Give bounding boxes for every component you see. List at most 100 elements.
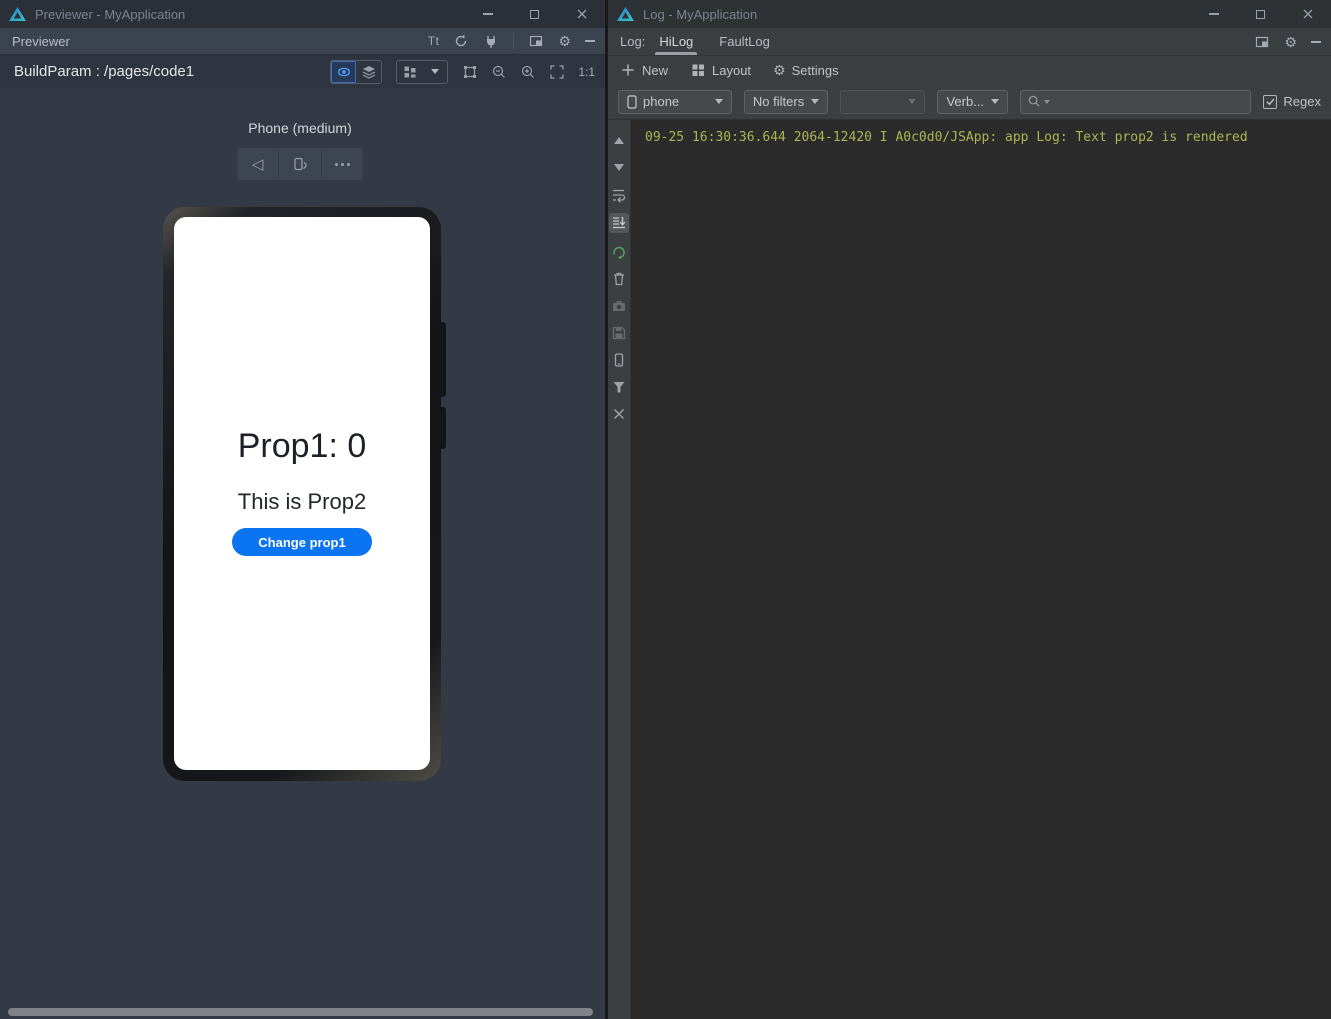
check-icon bbox=[1265, 96, 1276, 107]
log-main-area: 09-25 16:30:36.644 2064-12420 I A0c0d0/J… bbox=[608, 120, 1331, 1019]
more-options-button[interactable] bbox=[321, 148, 363, 180]
inspector-mode-group bbox=[330, 60, 382, 84]
inspect-probe-button[interactable] bbox=[483, 33, 499, 49]
scroll-up-button[interactable] bbox=[609, 132, 629, 149]
hide-panel-button[interactable] bbox=[1311, 41, 1321, 43]
change-prop1-button[interactable]: Change prop1 bbox=[232, 528, 372, 556]
window-title: Previewer - MyApplication bbox=[35, 7, 185, 22]
trash-icon bbox=[611, 271, 627, 287]
previous-page-button[interactable]: ◁ bbox=[237, 148, 278, 180]
ellipsis-icon bbox=[335, 163, 350, 166]
phone-screen: Prop1: 0 This is Prop2 Change prop1 bbox=[174, 217, 430, 770]
previewer-titlebar: Previewer - MyApplication bbox=[0, 0, 605, 28]
chevron-down-icon bbox=[991, 99, 999, 104]
rotate-device-button[interactable] bbox=[278, 148, 320, 180]
minimize-button[interactable] bbox=[464, 0, 511, 28]
chevron-down-icon bbox=[431, 69, 439, 74]
font-settings-button[interactable]: Tt bbox=[428, 34, 440, 48]
camera-icon bbox=[611, 298, 627, 314]
phone-power-button bbox=[440, 407, 446, 449]
new-session-button[interactable]: New bbox=[620, 62, 668, 78]
regex-checkbox[interactable] bbox=[1263, 95, 1277, 109]
settings-gear-icon[interactable]: ⚙ bbox=[558, 34, 571, 48]
log-toolbar: New Layout ⚙ Settings bbox=[608, 56, 1331, 84]
restart-session-button[interactable] bbox=[609, 243, 629, 260]
prop2-text: This is Prop2 bbox=[174, 489, 430, 515]
phone-volume-button bbox=[440, 322, 446, 397]
tab-previewer[interactable]: Previewer bbox=[12, 34, 70, 49]
restart-icon bbox=[611, 244, 627, 260]
fit-to-screen-button[interactable] bbox=[549, 64, 565, 80]
phone-icon bbox=[627, 95, 637, 109]
maximize-icon bbox=[530, 10, 539, 19]
eye-icon bbox=[336, 64, 352, 80]
frame-select-button[interactable] bbox=[462, 64, 478, 80]
inspector-button[interactable] bbox=[331, 61, 356, 83]
log-search-field[interactable] bbox=[1020, 90, 1252, 114]
hide-panel-button[interactable] bbox=[585, 40, 595, 42]
triangle-down-icon bbox=[614, 164, 624, 171]
settings-label: Settings bbox=[792, 63, 839, 78]
clear-log-button[interactable] bbox=[609, 270, 629, 287]
multi-preview-dropdown[interactable] bbox=[422, 61, 447, 83]
scroll-to-end-icon bbox=[611, 215, 627, 231]
scroll-down-button[interactable] bbox=[609, 159, 629, 176]
filter-config-button[interactable] bbox=[609, 378, 629, 395]
close-x-icon bbox=[611, 406, 627, 422]
device-profile-label: Phone (medium) bbox=[150, 120, 450, 136]
layout-button[interactable]: Layout bbox=[690, 62, 751, 78]
scroll-to-end-button[interactable] bbox=[609, 213, 629, 233]
previewer-tab-bar: Previewer Tt ⚙ bbox=[0, 28, 605, 55]
toolbar-divider bbox=[513, 33, 514, 49]
regex-label: Regex bbox=[1283, 94, 1321, 109]
regex-toggle[interactable]: Regex bbox=[1263, 94, 1321, 109]
minimize-icon bbox=[483, 13, 493, 15]
tool-window-layout-button[interactable] bbox=[528, 33, 544, 49]
preview-canvas: Phone (medium) ◁ Prop1: 0 This is Prop2 bbox=[0, 88, 605, 1019]
triangle-up-icon bbox=[614, 137, 624, 144]
close-button[interactable] bbox=[558, 0, 605, 28]
device-control-group: ◁ bbox=[237, 148, 363, 180]
build-param-label: BuildParam : /pages/code1 bbox=[14, 63, 194, 80]
filter-select[interactable]: No filters bbox=[744, 90, 828, 114]
plus-icon bbox=[620, 62, 636, 78]
maximize-button[interactable] bbox=[511, 0, 558, 28]
log-output[interactable]: 09-25 16:30:36.644 2064-12420 I A0c0d0/J… bbox=[631, 120, 1331, 1019]
tool-window-layout-button[interactable] bbox=[1254, 34, 1270, 50]
maximize-button[interactable] bbox=[1237, 0, 1284, 28]
close-button[interactable] bbox=[1284, 0, 1331, 28]
soft-wrap-icon bbox=[611, 187, 627, 203]
settings-gear-icon[interactable]: ⚙ bbox=[1284, 35, 1297, 49]
tab-hilog[interactable]: HiLog bbox=[659, 28, 693, 55]
zoom-out-button[interactable] bbox=[491, 64, 507, 80]
tab-faultlog[interactable]: FaultLog bbox=[719, 28, 770, 55]
search-history-icon bbox=[1044, 100, 1050, 104]
horizontal-scrollbar[interactable] bbox=[8, 1008, 593, 1016]
search-icon bbox=[1027, 94, 1042, 109]
layers-icon bbox=[361, 64, 377, 80]
save-icon bbox=[611, 325, 627, 341]
zoom-ratio-button[interactable]: 1:1 bbox=[578, 65, 595, 79]
zoom-in-button[interactable] bbox=[520, 64, 536, 80]
funnel-icon bbox=[611, 379, 627, 395]
multi-preview-group bbox=[396, 60, 448, 84]
phone-mockup: Prop1: 0 This is Prop2 Change prop1 bbox=[163, 207, 441, 781]
log-tab-bar: Log: HiLog FaultLog ⚙ bbox=[608, 28, 1331, 56]
layout-label: Layout bbox=[712, 63, 751, 78]
close-session-button[interactable] bbox=[609, 405, 629, 422]
close-icon bbox=[1300, 6, 1316, 22]
log-icon-strip bbox=[608, 120, 631, 1019]
rotate-device-icon bbox=[292, 156, 308, 172]
search-input[interactable] bbox=[1052, 94, 1245, 109]
minimize-button[interactable] bbox=[1190, 0, 1237, 28]
multi-preview-button[interactable] bbox=[397, 61, 422, 83]
device-view-button[interactable] bbox=[609, 351, 629, 368]
chevron-down-icon bbox=[811, 99, 819, 104]
device-select[interactable]: phone bbox=[618, 90, 732, 114]
component-tree-button[interactable] bbox=[356, 61, 381, 83]
settings-button[interactable]: ⚙ Settings bbox=[773, 63, 839, 78]
log-level-select[interactable]: Verb... bbox=[937, 90, 1007, 114]
soft-wrap-button[interactable] bbox=[609, 186, 629, 203]
previewer-window: Previewer - MyApplication Previewer Tt bbox=[0, 0, 605, 1019]
refresh-button[interactable] bbox=[453, 33, 469, 49]
